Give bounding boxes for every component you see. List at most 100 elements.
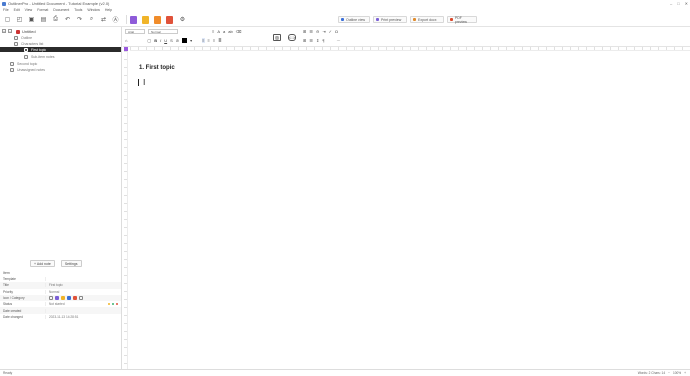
home-icon[interactable]: ⌂	[125, 38, 127, 43]
link-remove-icon[interactable]: ⊘	[176, 38, 179, 43]
zoom-level[interactable]: 100%	[673, 371, 681, 375]
tree-root[interactable]: Untitled	[16, 29, 36, 34]
link-icon[interactable]: ⊂⊃	[288, 34, 296, 41]
status-red-icon[interactable]	[116, 303, 118, 306]
prop-row: Date changed 2023-11-13 14:28:51	[0, 314, 121, 320]
close-icon[interactable]: ✕	[685, 1, 688, 6]
font-dropdown[interactable]: Arial	[125, 29, 145, 34]
table-icon[interactable]: ⊞	[303, 29, 306, 34]
category-purple-icon[interactable]	[55, 296, 59, 301]
tree-item-outline[interactable]: Outline	[14, 35, 32, 40]
menu-format[interactable]: Format	[37, 8, 48, 12]
tab-pdf-preview[interactable]: PDF preview	[447, 16, 477, 24]
category-outline-icon[interactable]	[79, 296, 83, 301]
save-icon[interactable]: ▣	[27, 15, 36, 24]
ibeam-cursor-icon: I	[143, 78, 146, 87]
editor-toolbar: Arial Normal ≡ A a ab ⌫ ⌂ ▢ B I U S ⊘ ▾ …	[123, 27, 690, 47]
font-grow-icon[interactable]: A	[217, 29, 220, 34]
category-icons	[46, 296, 83, 301]
tree-item-second-topic[interactable]: Second topic	[10, 61, 37, 66]
find-icon[interactable]: ⌕	[87, 15, 96, 24]
spellcheck-icon[interactable]: ✓	[329, 29, 332, 34]
text-color-icon[interactable]	[182, 38, 188, 43]
italic-icon[interactable]: I	[160, 38, 161, 43]
menu-help[interactable]: Help	[105, 8, 112, 12]
new-icon[interactable]: ▢	[3, 15, 12, 24]
undo-icon[interactable]: ↶	[63, 15, 72, 24]
menu-file[interactable]: File	[3, 8, 9, 12]
open-icon[interactable]: ◰	[15, 15, 24, 24]
image-icon[interactable]: ▨	[273, 34, 281, 41]
status-text: Ready	[3, 371, 13, 375]
note-icon	[14, 35, 18, 40]
clear-format-icon[interactable]: ⌫	[236, 29, 242, 34]
color-dropdown-icon[interactable]: ▾	[190, 38, 192, 43]
export-purple-icon[interactable]	[130, 15, 137, 24]
paragraph-icon[interactable]: ¶	[322, 38, 324, 43]
export-orange-icon[interactable]	[154, 15, 161, 24]
tab-print-preview[interactable]: Print preview	[373, 16, 407, 23]
underline-icon[interactable]: U	[164, 38, 167, 43]
symbol-icon[interactable]: Ω	[335, 29, 338, 34]
bold-icon[interactable]: B	[154, 38, 157, 43]
category-red-icon[interactable]	[73, 296, 77, 301]
zoom-in-icon[interactable]: +	[684, 371, 686, 375]
document-editor[interactable]: 1. First topic I	[130, 51, 690, 369]
bullet-list-icon[interactable]: ☰	[309, 29, 313, 34]
collapse-all-icon[interactable]: −	[8, 29, 12, 33]
note-icon	[24, 47, 28, 52]
menu-document[interactable]: Document	[53, 8, 69, 12]
outdent-icon[interactable]: ☰	[309, 38, 313, 43]
align-right-icon[interactable]: ≡	[213, 38, 215, 43]
dictionary-icon[interactable]: Ⓐ	[111, 15, 120, 24]
minimize-icon[interactable]: –	[670, 1, 672, 6]
strikethrough-icon[interactable]: S	[170, 38, 173, 43]
numbered-list-icon[interactable]: ⊞	[303, 38, 306, 43]
indent-icon[interactable]: ⇥	[322, 29, 325, 34]
status-yellow-icon[interactable]	[108, 303, 110, 306]
tree-item-first-topic[interactable]: First topic	[0, 47, 121, 52]
maximize-icon[interactable]: □	[677, 1, 679, 6]
paste-icon[interactable]: ▢	[147, 38, 151, 43]
redo-icon[interactable]: ↷	[75, 15, 84, 24]
export-yellow-icon[interactable]	[142, 15, 149, 24]
title-bar: OutlinerPro - Untitled Document - Tutori…	[0, 0, 690, 7]
add-note-button[interactable]: + Add note	[30, 260, 55, 267]
menu-tools[interactable]: Tools	[74, 8, 82, 12]
size-dropdown[interactable]: Normal	[148, 29, 178, 34]
export-red-icon[interactable]	[166, 15, 173, 24]
vertical-ruler	[124, 51, 128, 369]
align-left2-icon[interactable]: ≡	[202, 38, 205, 43]
tree-item-unassigned[interactable]: Unassigned notes	[10, 67, 45, 72]
replace-icon[interactable]: ⇄	[99, 15, 108, 24]
settings-button[interactable]: Settings	[60, 260, 82, 267]
more-options-icon[interactable]: ⋯	[336, 38, 340, 43]
print-icon[interactable]: ⎙	[51, 15, 60, 24]
category-yellow-icon[interactable]	[61, 296, 65, 301]
save-as-icon[interactable]: ▤	[39, 15, 48, 24]
note-icon	[24, 54, 28, 59]
status-green-icon[interactable]	[112, 303, 114, 306]
outline-panel: + − Untitled Outline Characters list Fir…	[0, 27, 122, 369]
menu-edit[interactable]: Edit	[14, 8, 20, 12]
font-shrink-icon[interactable]: a	[223, 29, 225, 34]
menu-window[interactable]: Window	[87, 8, 99, 12]
expand-all-icon[interactable]: +	[2, 29, 6, 33]
tab-export-docx[interactable]: Export docx	[410, 16, 444, 23]
tree-item-sub-notes[interactable]: Sub-item notes	[24, 54, 55, 59]
tree-item-characters[interactable]: Characters list	[14, 41, 43, 46]
zoom-out-icon[interactable]: −	[668, 371, 670, 375]
pencil-icon[interactable]	[49, 296, 53, 301]
justify-icon[interactable]: ≣	[218, 38, 221, 43]
line-spacing-icon[interactable]: ⇕	[316, 38, 319, 43]
document-heading[interactable]: 1. First topic	[139, 65, 175, 71]
align-center-icon[interactable]: ≡	[208, 38, 210, 43]
category-blue-icon[interactable]	[67, 296, 71, 301]
tab-outline-view[interactable]: Outline view	[338, 16, 370, 23]
menu-view[interactable]: View	[25, 8, 33, 12]
highlight-icon[interactable]: ab	[228, 29, 232, 34]
properties-panel: Item Template Title First topic Priority…	[0, 270, 121, 320]
hr-icon[interactable]: ⊖	[316, 29, 319, 34]
align-left-icon[interactable]: ≡	[212, 29, 214, 34]
settings-gear-icon[interactable]: ⚙	[178, 15, 187, 24]
